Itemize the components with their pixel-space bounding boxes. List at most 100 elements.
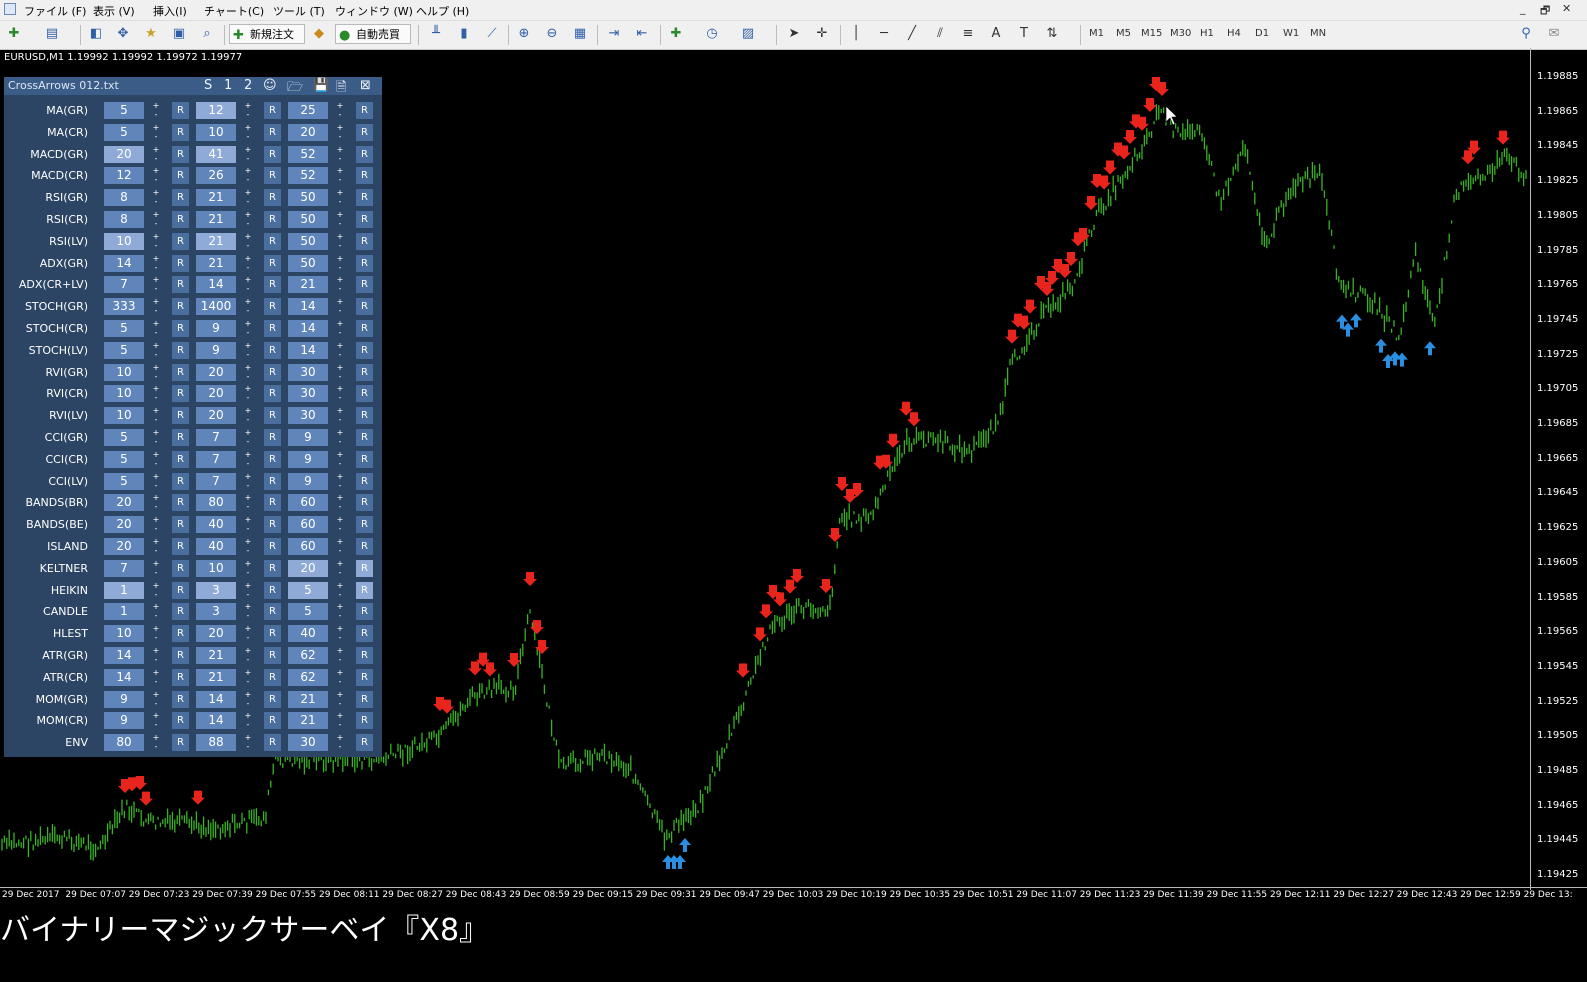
stepper-icon[interactable]: + - [335,624,345,642]
stepper-icon[interactable]: + - [243,493,253,511]
reset-button[interactable]: R [264,603,281,621]
param-value-1[interactable]: 10 [104,363,144,381]
param-value-1[interactable]: 20 [104,516,144,534]
param-value-1[interactable]: 5 [104,450,144,468]
reset-button[interactable]: R [172,581,189,599]
param-value-3[interactable]: 30 [288,385,328,403]
menu-chart[interactable]: チャート(C) [204,3,264,19]
param-value-1[interactable]: 12 [104,167,144,185]
stepper-icon[interactable]: + - [335,515,345,533]
param-value-3[interactable]: 20 [288,123,328,141]
param-value-2[interactable]: 10 [196,123,236,141]
stepper-icon[interactable]: + - [243,733,253,751]
param-value-1[interactable]: 8 [104,211,144,228]
auto-trading-button[interactable]: ● 自動売買 [335,24,411,44]
param-value-3[interactable]: 5 [288,581,328,599]
stepper-icon[interactable]: + - [151,384,161,402]
reset-button[interactable]: R [172,276,189,294]
reset-button[interactable]: R [264,385,281,403]
reset-button[interactable]: R [172,341,189,359]
stepper-icon[interactable]: + - [151,624,161,642]
param-value-3[interactable]: 52 [288,145,328,163]
fibonacci-icon[interactable]: ≡ [960,26,976,42]
stepper-icon[interactable]: + - [335,602,345,620]
stepper-icon[interactable]: + - [243,581,253,599]
close-panel-icon[interactable]: ⊠ [360,78,371,93]
reset-button[interactable]: R [264,625,281,643]
reset-button[interactable]: R [172,559,189,577]
param-value-3[interactable]: 62 [288,668,328,686]
indicators-icon[interactable]: ✚ [668,26,684,42]
save-icon[interactable]: 💾 [313,78,329,93]
zoom-out-icon[interactable]: ⊖ [544,26,560,42]
stepper-icon[interactable]: + - [151,581,161,599]
stepper-icon[interactable]: + - [335,210,345,228]
reset-button[interactable]: R [264,450,281,468]
param-value-2[interactable]: 3 [196,603,236,621]
line-chart-icon[interactable]: ⟋ [484,26,500,42]
reset-button[interactable]: R [356,603,373,621]
reset-button[interactable]: R [264,581,281,599]
text-icon[interactable]: A [988,26,1004,42]
reset-button[interactable]: R [356,429,373,446]
param-value-1[interactable]: 7 [104,559,144,577]
stepper-icon[interactable]: + - [151,275,161,293]
stepper-icon[interactable]: + - [151,711,161,729]
stepper-icon[interactable]: + - [335,145,345,163]
reset-button[interactable]: R [172,145,189,163]
reset-button[interactable]: R [356,734,373,752]
param-value-1[interactable]: 10 [104,232,144,250]
param-value-2[interactable]: 80 [196,494,236,512]
param-value-2[interactable]: 88 [196,734,236,752]
stepper-icon[interactable]: + - [243,166,253,184]
autoscroll-icon[interactable]: ⇥ [606,26,622,42]
zoom-in-icon[interactable]: ⊕ [516,26,532,42]
bar-chart-icon[interactable]: ╨ [428,26,444,42]
stepper-icon[interactable]: + - [243,559,253,577]
stepper-icon[interactable]: + - [335,559,345,577]
stepper-icon[interactable]: + - [151,690,161,708]
chat-icon[interactable]: ✉ [1546,26,1562,42]
reset-button[interactable]: R [356,472,373,490]
param-value-3[interactable]: 9 [288,450,328,468]
cursor-icon[interactable]: ➤ [786,26,802,42]
stepper-icon[interactable]: + - [243,711,253,729]
stepper-icon[interactable]: + - [243,232,253,250]
reset-button[interactable]: R [172,211,189,228]
param-value-3[interactable]: 5 [288,603,328,621]
tf-h4[interactable]: H4 [1227,28,1241,39]
reset-button[interactable]: R [356,407,373,425]
stepper-icon[interactable]: + - [151,210,161,228]
metaeditor-icon[interactable]: ◆ [311,26,327,42]
stepper-icon[interactable]: + - [151,101,161,119]
reset-button[interactable]: R [172,298,189,316]
stepper-icon[interactable]: + - [335,384,345,402]
market-watch-icon[interactable]: ◧ [88,26,104,42]
param-value-3[interactable]: 9 [288,472,328,490]
stepper-icon[interactable]: + - [335,166,345,184]
restore-button[interactable]: 🗗 [1540,2,1550,21]
reset-button[interactable]: R [172,690,189,708]
new-chart-icon[interactable]: ✚ [6,26,22,42]
reset-button[interactable]: R [356,581,373,599]
reset-button[interactable]: R [356,211,373,228]
param-value-3[interactable]: 14 [288,298,328,316]
tf-w1[interactable]: W1 [1283,28,1299,39]
stepper-icon[interactable]: + - [151,515,161,533]
param-value-2[interactable]: 20 [196,363,236,381]
param-value-3[interactable]: 50 [288,211,328,228]
reset-button[interactable]: R [356,559,373,577]
reset-button[interactable]: R [356,145,373,163]
stepper-icon[interactable]: + - [335,254,345,272]
reset-button[interactable]: R [172,516,189,534]
reset-button[interactable]: R [356,363,373,381]
menu-file[interactable]: ファイル (F) [24,3,86,19]
stepper-icon[interactable]: + - [151,297,161,315]
stepper-icon[interactable]: + - [243,319,253,337]
param-value-1[interactable]: 80 [104,734,144,752]
param-value-3[interactable]: 20 [288,559,328,577]
stepper-icon[interactable]: + - [243,275,253,293]
chart-shift-icon[interactable]: ⇤ [634,26,650,42]
reset-button[interactable]: R [356,102,373,119]
tf-m5[interactable]: M5 [1116,28,1131,39]
